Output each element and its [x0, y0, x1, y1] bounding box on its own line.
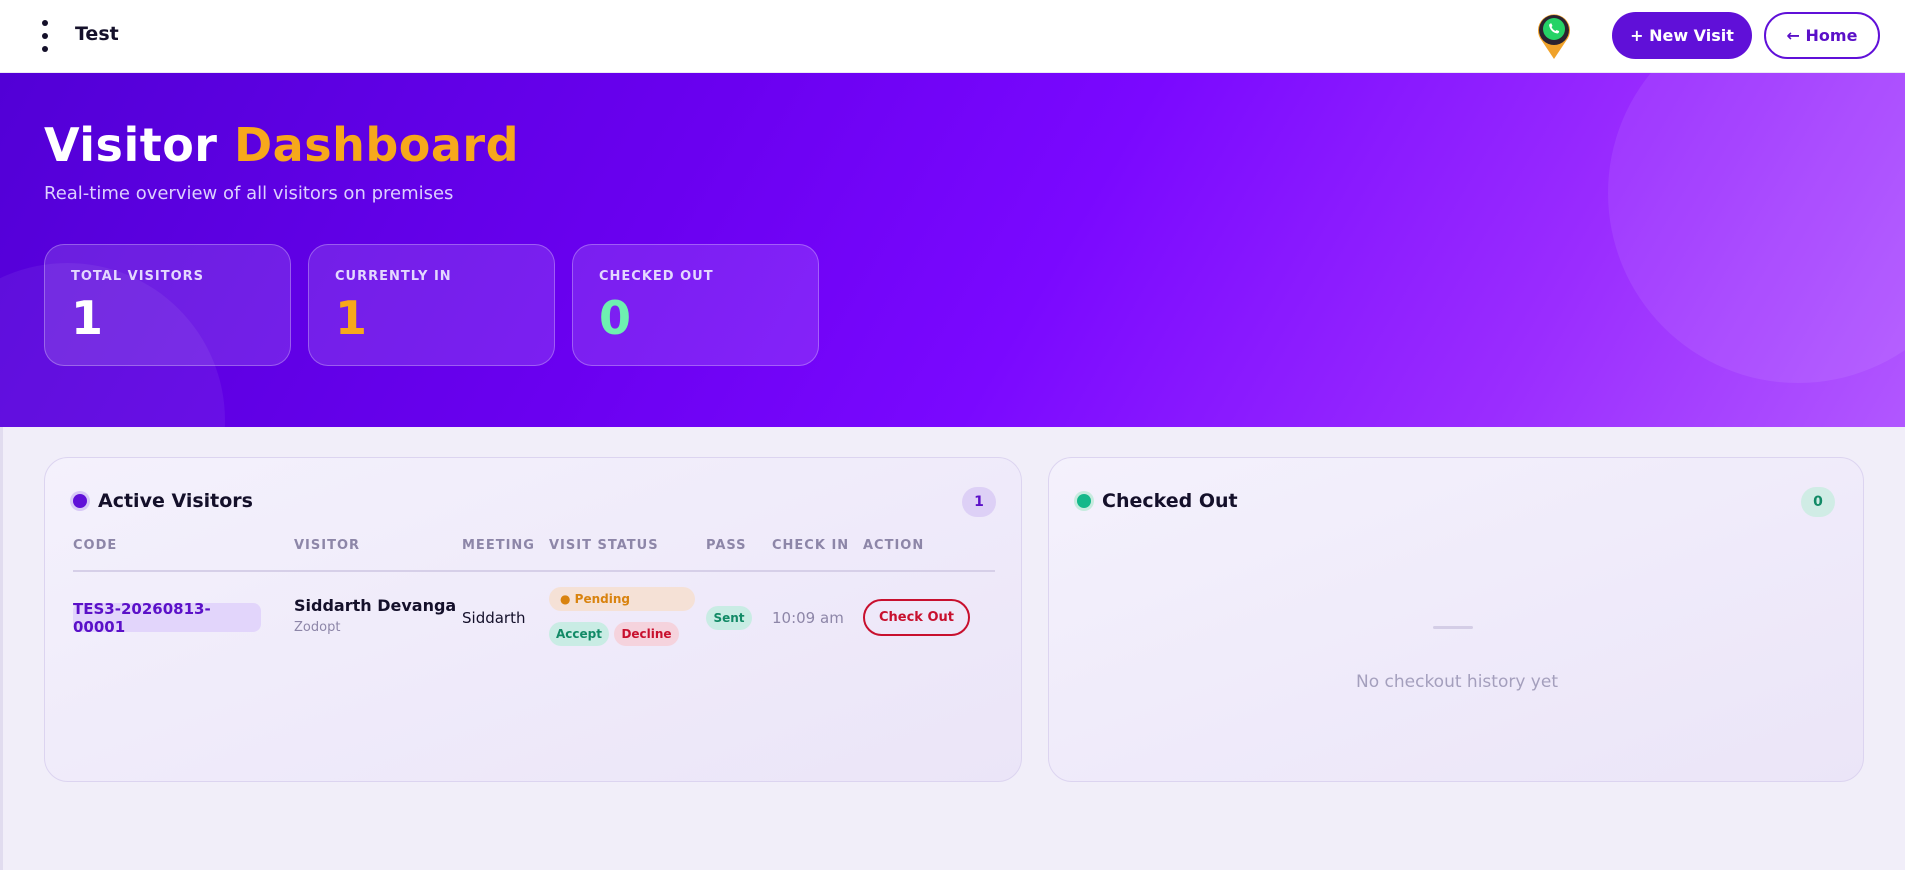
- active-visitors-panel: Active Visitors 1 CODE VISITOR MEETING V…: [44, 457, 1022, 782]
- page-title-accent: Dashboard: [234, 118, 520, 172]
- column-header-visit-status: VISIT STATUS: [549, 538, 659, 553]
- page-subtitle: Real-time overview of all visitors on pr…: [44, 183, 454, 204]
- more-vertical-icon[interactable]: [38, 20, 52, 52]
- stat-value: 1: [71, 291, 104, 345]
- check-in-time: 10:09 am: [772, 609, 844, 627]
- stat-value: 1: [335, 291, 368, 345]
- stat-label: TOTAL VISITORS: [71, 269, 205, 284]
- table-header-divider: [73, 570, 995, 572]
- stat-label: CHECKED OUT: [599, 269, 714, 284]
- app-title: Test: [75, 23, 119, 45]
- stat-card-total-visitors: TOTAL VISITORS 1: [44, 244, 291, 366]
- stat-label: CURRENTLY IN: [335, 269, 452, 284]
- new-visit-button[interactable]: + New Visit: [1612, 12, 1752, 59]
- stat-card-currently-in: CURRENTLY IN 1: [308, 244, 555, 366]
- pass-status-badge: Sent: [706, 606, 752, 630]
- status-dot-icon: [1077, 494, 1091, 508]
- decorative-circle: [1608, 73, 1905, 383]
- stat-value: 0: [599, 291, 632, 345]
- checked-out-panel: Checked Out 0 No checkout history yet: [1048, 457, 1864, 782]
- column-header-code: CODE: [73, 538, 118, 553]
- column-header-visitor: VISITOR: [294, 538, 361, 553]
- page-title-main: Visitor: [44, 118, 218, 172]
- hero-banner: Visitor Dashboard Real-time overview of …: [0, 73, 1905, 427]
- status-badge-pending: ● Pending: [549, 587, 695, 611]
- count-badge: 1: [962, 487, 996, 517]
- status-dot-icon: [73, 494, 87, 508]
- decline-button[interactable]: Decline: [614, 622, 679, 646]
- panel-title: Checked Out: [1102, 490, 1238, 512]
- count-badge: 0: [1801, 487, 1835, 517]
- stat-card-checked-out: CHECKED OUT 0: [572, 244, 819, 366]
- home-button[interactable]: ← Home: [1764, 12, 1880, 59]
- whatsapp-pin-icon[interactable]: [1534, 11, 1574, 61]
- panel-title: Active Visitors: [98, 490, 253, 512]
- visitor-company: Zodopt: [294, 620, 341, 635]
- column-header-pass: PASS: [706, 538, 747, 553]
- column-header-meeting: MEETING: [462, 538, 535, 553]
- empty-state-icon: [1433, 626, 1473, 629]
- page-title: Visitor Dashboard: [44, 118, 519, 172]
- empty-state-text: No checkout history yet: [1356, 672, 1558, 692]
- column-header-check-in: CHECK IN: [772, 538, 850, 553]
- visitor-name: Siddarth Devanga: [294, 596, 457, 615]
- accept-button[interactable]: Accept: [549, 622, 609, 646]
- page-edge: [0, 427, 3, 870]
- meeting-host: Siddarth: [462, 609, 526, 627]
- column-header-action: ACTION: [863, 538, 925, 553]
- visit-code[interactable]: TES3-20260813-00001: [73, 600, 261, 636]
- check-out-button[interactable]: Check Out: [863, 599, 970, 636]
- top-bar: Test + New Visit ← Home: [0, 0, 1905, 73]
